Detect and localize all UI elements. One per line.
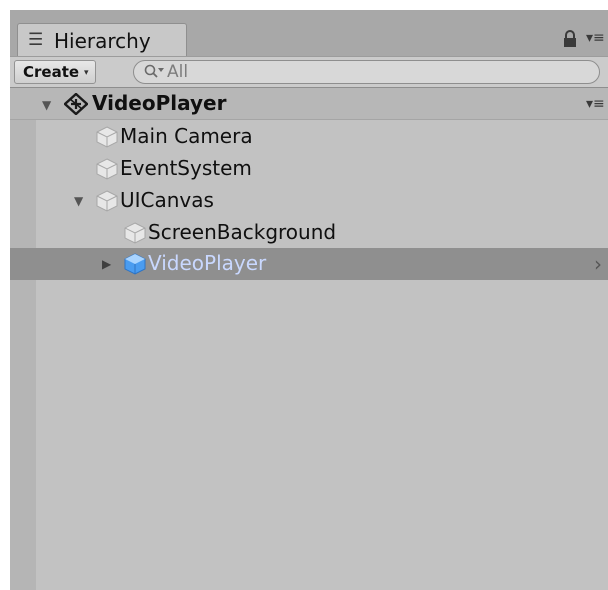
foldout-expanded-icon[interactable]: ▼ [42,98,51,112]
tree-item-label: ScreenBackground [148,220,337,244]
prefab-open-chevron-icon[interactable]: › [594,252,602,276]
hierarchy-tree: ▼ VideoPlayer ▾≡ Main Camera EventSystem… [10,88,608,590]
tree-item-screenbackground[interactable]: ScreenBackground [10,216,608,248]
create-button[interactable]: Create ▾ [14,60,96,84]
tree-item-label: Main Camera [120,124,253,148]
tab-bar: ☰ Hierarchy ▾≡ [10,10,608,56]
tree-item-label: EventSystem [120,156,252,180]
dropdown-arrow-icon: ▾ [84,68,89,78]
hierarchy-list-icon: ☰ [28,30,44,50]
tab-hierarchy[interactable]: ☰ Hierarchy [17,23,187,56]
context-menu-icon[interactable]: ▾≡ [586,30,605,46]
gameobject-cube-icon [96,126,118,148]
tree-item-label: UICanvas [120,188,214,212]
gameobject-cube-icon [96,190,118,212]
search-placeholder: All [167,62,189,82]
unity-scene-icon [64,93,88,115]
gameobject-cube-icon [124,222,146,244]
foldout-expanded-icon[interactable]: ▼ [74,194,83,208]
tree-item-main-camera[interactable]: Main Camera [10,120,608,152]
hierarchy-window: ☰ Hierarchy ▾≡ Create ▾ All ▼ VideoPlaye… [10,10,608,590]
gameobject-cube-icon [96,158,118,180]
scene-row[interactable]: ▼ VideoPlayer ▾≡ [10,88,608,120]
create-button-label: Create [23,63,80,81]
scene-name: VideoPlayer [92,91,227,115]
tree-item-label: VideoPlayer [148,251,267,275]
search-input[interactable]: All [133,60,600,84]
foldout-collapsed-icon[interactable]: ▶ [102,257,111,271]
lock-icon[interactable] [562,30,578,48]
tree-item-uicanvas[interactable]: ▼ UICanvas [10,184,608,216]
tree-item-videoplayer-selected[interactable]: ▶ VideoPlayer › [10,248,608,280]
scene-menu-icon[interactable]: ▾≡ [586,97,605,111]
hierarchy-toolbar: Create ▾ All [10,56,608,88]
tab-hierarchy-label: Hierarchy [54,29,151,53]
tree-item-eventsystem[interactable]: EventSystem [10,152,608,184]
prefab-cube-icon [124,253,146,275]
